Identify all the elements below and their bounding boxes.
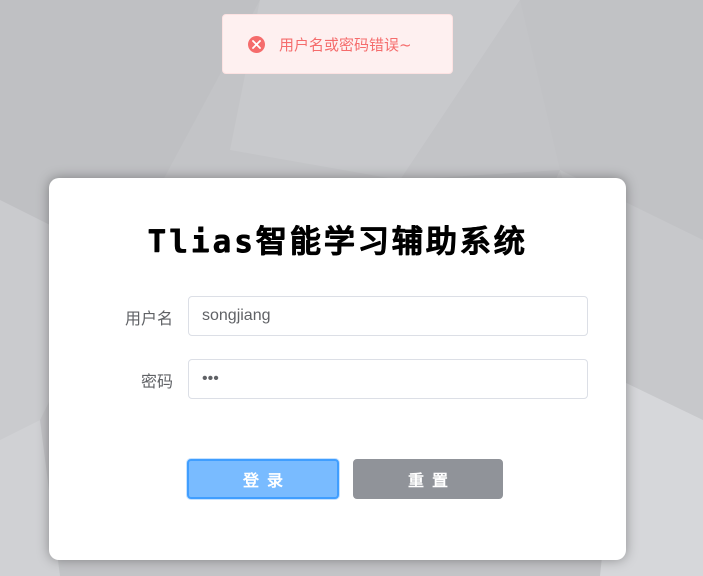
login-button[interactable]: 登录	[187, 459, 339, 499]
login-card: Tlias智能学习辅助系统 用户名 密码 登录 重置	[49, 178, 626, 560]
page-title: Tlias智能学习辅助系统	[147, 224, 528, 260]
toast-message: 用户名或密码错误~	[279, 35, 412, 54]
error-toast: 用户名或密码错误~	[222, 14, 453, 74]
close-circle-icon	[248, 35, 265, 53]
reset-button[interactable]: 重置	[353, 459, 503, 499]
password-label: 密码	[140, 372, 173, 391]
username-input[interactable]	[188, 296, 588, 336]
password-input[interactable]	[188, 359, 588, 399]
username-label: 用户名	[124, 309, 173, 328]
